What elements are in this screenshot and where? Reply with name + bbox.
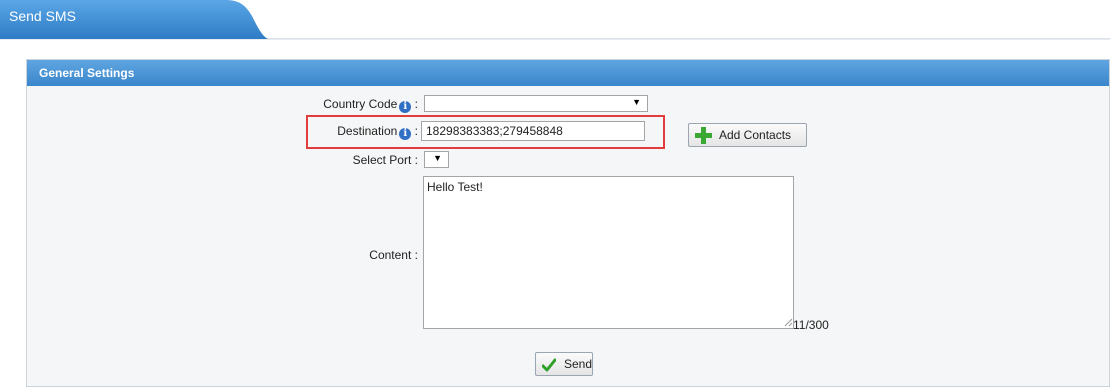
panel-title: General Settings xyxy=(39,66,135,80)
select-port-label-row: Select Port : xyxy=(300,153,418,167)
content-label-row: Content : xyxy=(300,248,418,262)
tab-send-sms[interactable]: Send SMS xyxy=(0,0,268,39)
sms-page: Send SMS General Settings Country Code i … xyxy=(0,0,1110,387)
country-code-label: Country Code xyxy=(323,97,398,111)
country-code-select[interactable]: ▼ xyxy=(424,95,648,112)
send-button[interactable]: Send xyxy=(535,352,593,376)
check-icon xyxy=(542,358,556,372)
destination-label-row: Destination i : xyxy=(300,124,418,140)
destination-separator: : xyxy=(414,124,418,138)
tab-bar: Send SMS xyxy=(0,0,1110,40)
character-counter: 11/300 xyxy=(793,318,829,332)
content-label: Content xyxy=(369,248,412,262)
info-icon[interactable]: i xyxy=(399,101,412,113)
destination-input[interactable]: 18298383383;279458848 xyxy=(421,121,645,141)
content-separator: : xyxy=(414,248,418,262)
select-port-separator: : xyxy=(414,153,418,167)
chevron-down-icon: ▼ xyxy=(433,153,442,163)
send-label: Send xyxy=(564,357,593,371)
destination-label: Destination xyxy=(337,124,398,138)
chevron-down-icon: ▼ xyxy=(632,97,641,107)
select-port-select[interactable]: ▼ xyxy=(424,151,449,168)
info-icon[interactable]: i xyxy=(399,128,412,140)
select-port-label: Select Port xyxy=(352,153,412,167)
country-code-label-row: Country Code i : xyxy=(300,97,418,113)
panel-header: General Settings xyxy=(27,60,1109,86)
content-textarea[interactable]: Hello Test! xyxy=(423,176,794,329)
tab-label: Send SMS xyxy=(9,8,76,24)
resize-grip-icon[interactable] xyxy=(784,318,793,327)
add-contacts-label: Add Contacts xyxy=(719,128,792,142)
add-contacts-button[interactable]: Add Contacts xyxy=(688,123,807,147)
country-code-separator: : xyxy=(414,97,418,111)
plus-icon xyxy=(695,127,712,144)
